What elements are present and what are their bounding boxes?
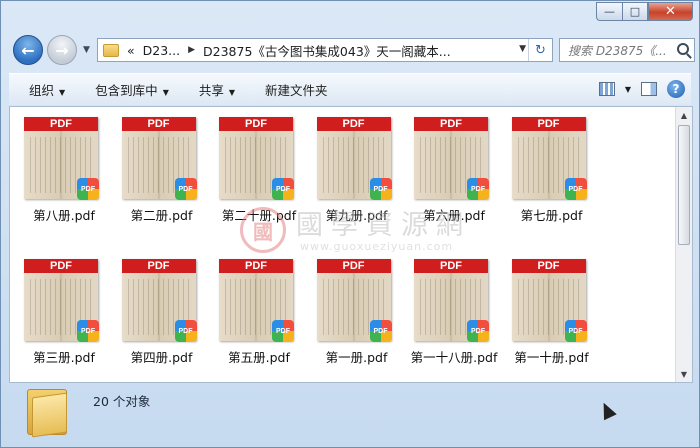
address-bar[interactable]: « D23... ▶ D23875《古今图书集成043》天一阁藏本... ▼ ↻ <box>97 38 553 62</box>
new-folder-button[interactable]: 新建文件夹 <box>265 80 328 99</box>
file-item[interactable]: PDF PDF 第六册.pdf <box>410 115 507 257</box>
file-item[interactable]: PDF PDF 第二十册.pdf <box>215 115 312 257</box>
pdf-app-icon: PDF <box>77 178 99 200</box>
chevron-down-icon: ▼ <box>59 88 66 97</box>
pdf-app-icon: PDF <box>272 178 294 200</box>
file-item[interactable]: PDF PDF 第三册.pdf <box>20 257 117 382</box>
item-count: 20 个对象 <box>93 394 151 409</box>
pdf-banner: PDF <box>121 117 196 131</box>
file-name[interactable]: 第二十册.pdf <box>209 205 309 224</box>
pdf-banner: PDF <box>219 259 293 273</box>
file-name[interactable]: 第六册.pdf <box>404 205 504 224</box>
file-name[interactable]: 第一十册.pdf <box>502 347 602 366</box>
details-pane: 20 个对象 <box>9 385 693 441</box>
pdf-banner: PDF <box>24 117 98 131</box>
pdf-app-icon: PDF <box>369 178 392 200</box>
pdf-app-icon: PDF <box>369 320 392 342</box>
navigation-bar: ← → ▼ « D23... ▶ D23875《古今图书集成043》天一阁藏本.… <box>9 31 695 67</box>
view-options-icon[interactable] <box>598 82 615 96</box>
minimize-button[interactable]: — <box>596 2 622 21</box>
command-bar: 组织 ▼ 包含到库中 ▼ 共享 ▼ 新建文件夹 ▼ ? <box>9 73 691 105</box>
organize-menu[interactable]: 组织 ▼ <box>29 80 65 99</box>
toolbar-right: ▼ ? <box>598 80 685 98</box>
file-item[interactable]: PDF PDF 第一十八册.pdf <box>410 257 507 382</box>
file-list-pane: PDF PDF 第八册.pdf PDF PDF 第二册.pdf PDF PDF … <box>9 106 693 383</box>
file-name[interactable]: 第一十八册.pdf <box>404 347 504 366</box>
file-name[interactable]: 第三册.pdf <box>14 347 114 366</box>
file-name[interactable]: 第七册.pdf <box>502 205 602 224</box>
chevron-down-icon: ▼ <box>228 88 236 97</box>
file-name[interactable]: 第八册.pdf <box>14 205 114 224</box>
help-icon[interactable]: ? <box>667 80 685 98</box>
file-item[interactable]: PDF PDF 第七册.pdf <box>508 115 605 257</box>
share-label: 共享 <box>198 83 224 98</box>
explorer-window: — □ ✕ ← → ▼ « D23... ▶ D23875《古今图书集成043》… <box>0 0 700 448</box>
file-name[interactable]: 第五册.pdf <box>209 347 309 366</box>
breadcrumb-current[interactable]: D23875《古今图书集成043》天一阁藏本... <box>203 41 451 60</box>
file-item[interactable]: PDF PDF 第四册.pdf <box>118 257 215 382</box>
address-dropdown-icon[interactable]: ▼ <box>519 44 526 54</box>
file-name[interactable]: 第九册.pdf <box>307 205 407 224</box>
close-button[interactable]: ✕ <box>648 2 693 21</box>
search-icon[interactable] <box>677 43 689 55</box>
file-name[interactable]: 第一册.pdf <box>307 347 407 366</box>
pdf-banner: PDF <box>316 117 391 131</box>
file-name[interactable]: 第二册.pdf <box>112 205 212 224</box>
pdf-banner: PDF <box>121 259 196 273</box>
file-item[interactable]: PDF PDF 第一十册.pdf <box>508 257 605 382</box>
caption-buttons: — □ ✕ <box>596 2 693 21</box>
scroll-down-icon[interactable]: ▼ <box>676 366 692 382</box>
pdf-banner: PDF <box>511 117 586 131</box>
pdf-app-icon: PDF <box>174 178 197 200</box>
pdf-banner: PDF <box>511 259 586 273</box>
pdf-banner: PDF <box>219 117 293 131</box>
pdf-app-icon: PDF <box>77 320 99 342</box>
file-item[interactable]: PDF PDF 第五册.pdf <box>215 257 312 382</box>
pdf-app-icon: PDF <box>467 178 489 200</box>
maximize-button[interactable]: □ <box>622 2 648 21</box>
pdf-banner: PDF <box>24 259 98 273</box>
breadcrumb-prefix[interactable]: « <box>127 43 135 58</box>
refresh-button[interactable]: ↻ <box>528 39 552 61</box>
scrollbar-thumb[interactable] <box>678 125 690 245</box>
pdf-app-icon: PDF <box>564 320 587 342</box>
folder-icon <box>27 389 67 438</box>
breadcrumb-root[interactable]: D23... <box>143 43 180 58</box>
pdf-banner: PDF <box>414 259 488 273</box>
back-button[interactable]: ← <box>13 35 43 65</box>
file-grid: PDF PDF 第八册.pdf PDF PDF 第二册.pdf PDF PDF … <box>20 115 605 382</box>
scroll-up-icon[interactable]: ▲ <box>676 107 692 123</box>
pdf-banner: PDF <box>414 117 488 131</box>
include-in-library-label: 包含到库中 <box>95 83 158 98</box>
preview-pane-icon[interactable] <box>641 82 657 96</box>
search-box[interactable]: 搜索 D23875《... <box>559 38 695 62</box>
file-name[interactable]: 第四册.pdf <box>112 347 212 366</box>
chevron-down-icon: ▼ <box>162 88 169 97</box>
file-item[interactable]: PDF PDF 第九册.pdf <box>313 115 410 257</box>
search-input[interactable]: 搜索 D23875《... <box>568 42 676 59</box>
include-in-library-menu[interactable]: 包含到库中 ▼ <box>95 80 169 99</box>
share-menu[interactable]: 共享 ▼ <box>199 80 235 99</box>
pdf-app-icon: PDF <box>174 320 197 342</box>
file-item[interactable]: PDF PDF 第二册.pdf <box>118 115 215 257</box>
pdf-app-icon: PDF <box>564 178 587 200</box>
recent-pages-dropdown[interactable]: ▼ <box>83 45 90 55</box>
pdf-app-icon: PDF <box>467 320 489 342</box>
breadcrumb-separator[interactable]: ▶ <box>188 45 195 55</box>
folder-icon <box>103 43 119 57</box>
view-dropdown-icon[interactable]: ▼ <box>625 85 631 94</box>
new-folder-label: 新建文件夹 <box>265 83 328 98</box>
file-item[interactable]: PDF PDF 第一册.pdf <box>313 257 410 382</box>
pdf-app-icon: PDF <box>272 320 294 342</box>
file-item[interactable]: PDF PDF 第八册.pdf <box>20 115 117 257</box>
forward-button[interactable]: → <box>47 35 77 65</box>
vertical-scrollbar[interactable]: ▲ ▼ <box>675 107 692 382</box>
organize-label: 组织 <box>29 83 55 98</box>
pdf-banner: PDF <box>316 259 391 273</box>
